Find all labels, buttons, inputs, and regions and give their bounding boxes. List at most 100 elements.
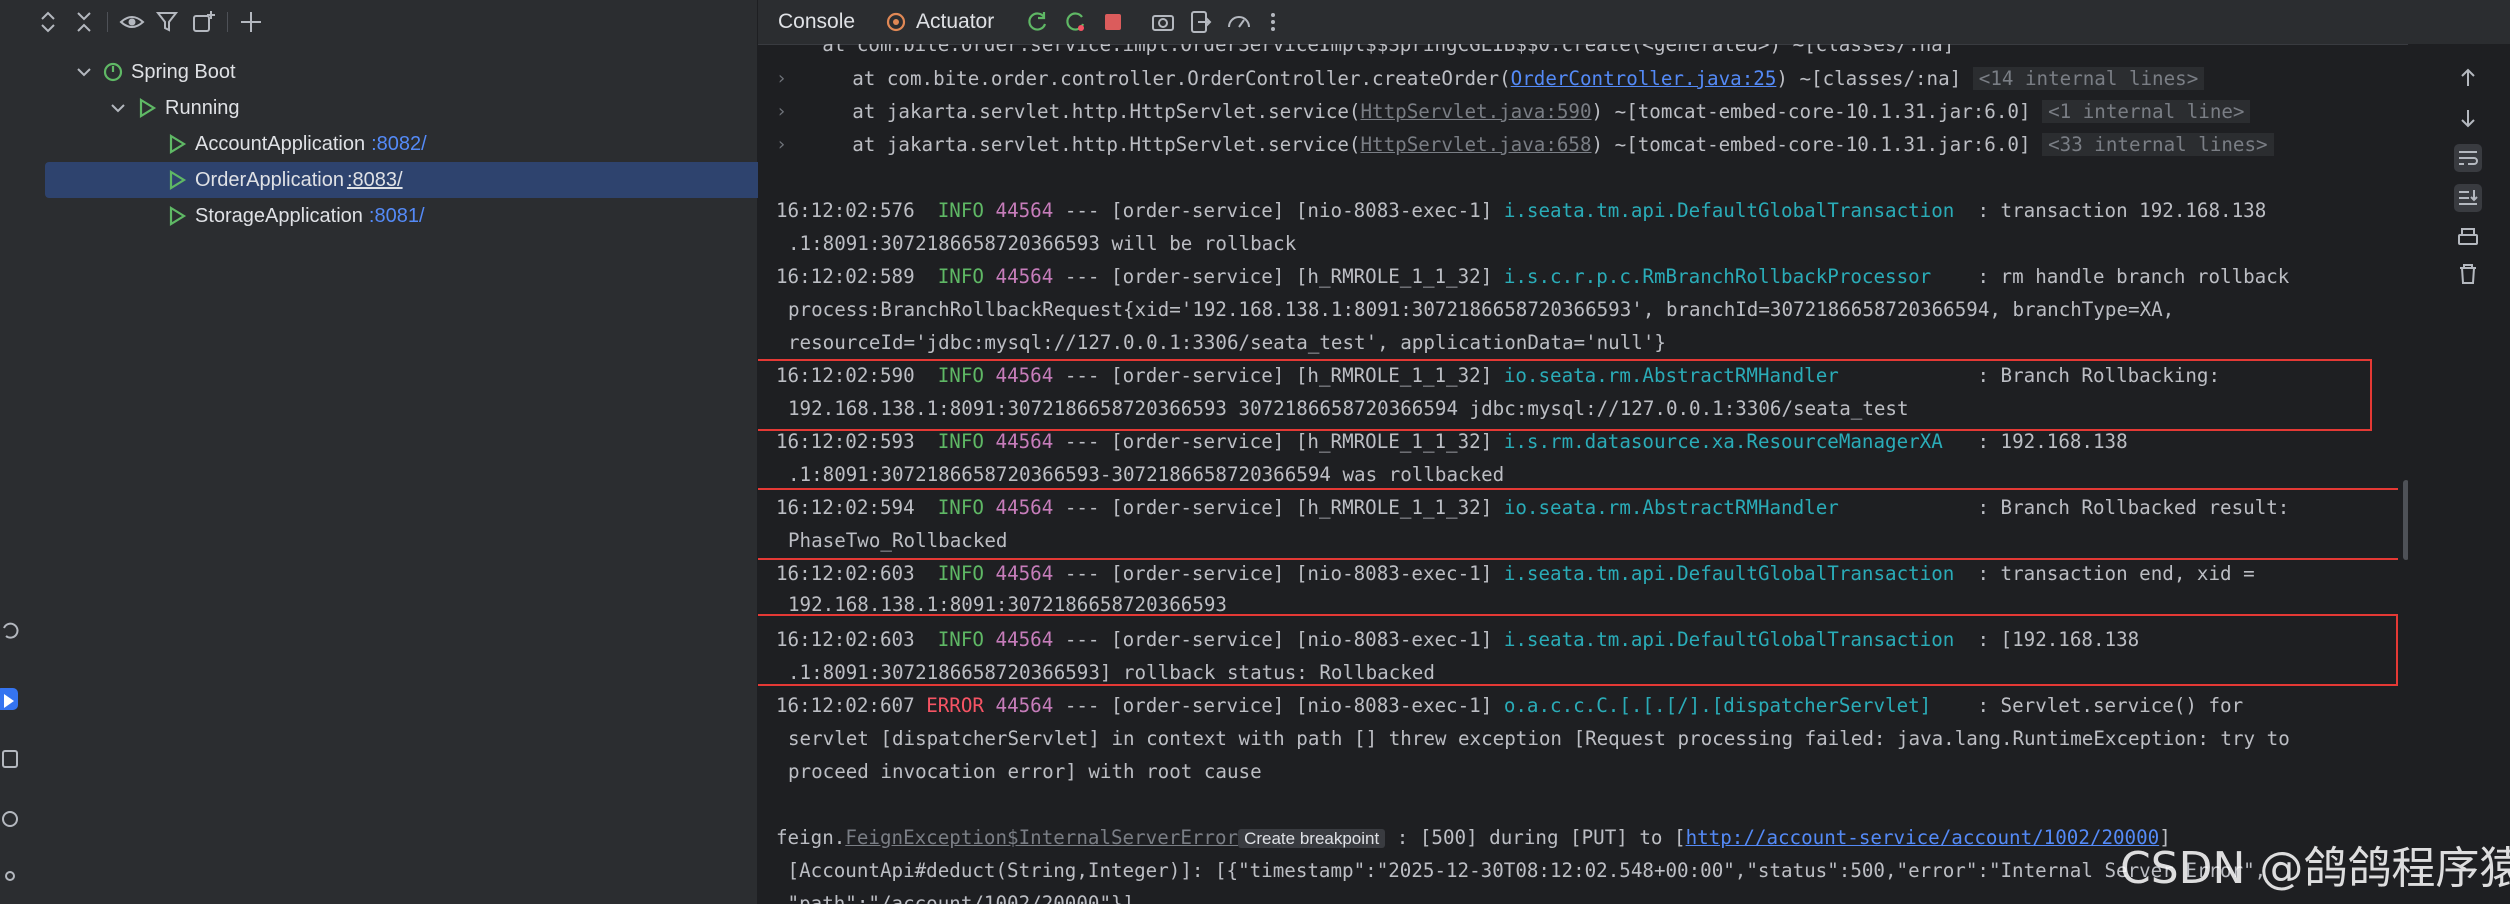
tab-console[interactable]: Console bbox=[778, 0, 855, 44]
folded-lines[interactable]: <33 internal lines> bbox=[2042, 133, 2274, 156]
stack-text: at jakarta.servlet.http.HttpServlet.serv… bbox=[806, 133, 1361, 156]
services-toolbar bbox=[27, 0, 757, 44]
stack-text: at com.bite.order.controller.OrderContro… bbox=[806, 67, 1511, 90]
log-continuation: .1:8091:3072186658720366593-307218665872… bbox=[788, 463, 1505, 486]
console-output[interactable]: at com.bite.order.service.impl.OrderServ… bbox=[758, 44, 2398, 904]
services-icon[interactable] bbox=[0, 688, 18, 710]
source-link[interactable]: HttpServlet.java:658 bbox=[1361, 133, 1592, 156]
collapse-all-icon[interactable] bbox=[71, 9, 97, 35]
log-message: : transaction 192.168.138 bbox=[1954, 199, 2267, 222]
log-level: INFO bbox=[937, 562, 984, 585]
chevron-down-icon[interactable] bbox=[73, 61, 95, 83]
chevron-right-icon[interactable]: › bbox=[776, 97, 792, 127]
log-logger: o.a.c.c.C.[.[.[/].[dispatcherServlet] bbox=[1503, 694, 1932, 717]
exception-line: [AccountApi#deduct(String,Integer)]: [{"… bbox=[776, 859, 2267, 882]
log-time: 16:12:02:607 bbox=[776, 694, 915, 717]
folded-lines[interactable]: <1 internal line> bbox=[2042, 100, 2251, 123]
camera-icon[interactable] bbox=[1150, 9, 1176, 35]
tree-label: Running bbox=[165, 96, 240, 119]
run-icon bbox=[139, 98, 157, 118]
run-icon bbox=[169, 134, 187, 154]
soft-wrap-icon[interactable] bbox=[2454, 144, 2482, 172]
toolbar-separator bbox=[107, 12, 108, 32]
print-icon[interactable] bbox=[2454, 224, 2482, 252]
app-name: AccountApplication bbox=[195, 132, 366, 155]
highlight-box bbox=[758, 359, 2372, 431]
log-thread: --- [order-service] [h_RMROLE_1_1_32] bbox=[1053, 430, 1504, 453]
add-service-icon[interactable] bbox=[239, 9, 265, 35]
exception-line: feign.FeignException$InternalServerError… bbox=[776, 823, 2171, 853]
tree-node-storage-application[interactable]: StorageApplication :8081/ bbox=[45, 198, 867, 234]
app-port-link[interactable]: :8081/ bbox=[369, 205, 425, 228]
restart-icon[interactable] bbox=[1062, 9, 1088, 35]
log-logger: i.seata.tm.api.DefaultGlobalTransaction bbox=[1503, 562, 1955, 585]
log-thread: --- [order-service] [nio-8083-exec-1] bbox=[1053, 199, 1504, 222]
highlight-box bbox=[758, 488, 2398, 560]
expand-all-icon[interactable] bbox=[35, 9, 61, 35]
new-group-icon[interactable] bbox=[191, 9, 217, 35]
clear-all-icon[interactable] bbox=[2454, 260, 2482, 288]
stack-line: › at jakarta.servlet.http.HttpServlet.se… bbox=[776, 97, 2251, 127]
filter-icon[interactable] bbox=[155, 9, 181, 35]
log-continuation: .1:8091:3072186658720366593 will be roll… bbox=[788, 232, 1297, 255]
eye-icon[interactable] bbox=[119, 9, 145, 35]
watermark: CSDN @鸽鸽程序猿 bbox=[2120, 843, 2510, 894]
chevron-right-icon[interactable]: › bbox=[776, 64, 792, 94]
tree-node-spring-boot[interactable]: Spring Boot bbox=[45, 54, 775, 90]
arrow-down-icon[interactable] bbox=[2454, 104, 2482, 132]
log-time: 16:12:02:589 bbox=[776, 265, 915, 288]
more-options-icon[interactable] bbox=[1260, 9, 1286, 35]
terminal-icon[interactable] bbox=[0, 748, 22, 770]
console-side-toolbar bbox=[2408, 44, 2510, 904]
log-level: INFO bbox=[937, 265, 984, 288]
exception-line: "path":"/account/1002/20000"}] bbox=[776, 892, 1135, 904]
stop-icon[interactable] bbox=[1100, 9, 1126, 35]
tab-actuator[interactable]: Actuator bbox=[884, 0, 994, 44]
arrow-up-icon[interactable] bbox=[2454, 64, 2482, 92]
actuator-icon bbox=[886, 12, 906, 32]
tab-label: Actuator bbox=[916, 10, 995, 33]
exit-icon[interactable] bbox=[1188, 9, 1214, 35]
tree-node-account-application[interactable]: AccountApplication :8082/ bbox=[45, 126, 867, 162]
app-name: OrderApplication bbox=[195, 168, 344, 191]
profiler-icon[interactable] bbox=[1226, 9, 1252, 35]
scroll-to-end-icon[interactable] bbox=[2454, 184, 2482, 212]
tree-node-order-application[interactable]: OrderApplication :8083/ bbox=[45, 162, 849, 198]
source-link[interactable]: HttpServlet.java:590 bbox=[1361, 100, 1592, 123]
exception-message: : [500] during [PUT] to [ bbox=[1385, 826, 1686, 849]
create-breakpoint-button[interactable]: Create breakpoint bbox=[1238, 829, 1386, 848]
log-continuation: resourceId='jdbc:mysql://127.0.0.1:3306/… bbox=[788, 331, 1666, 354]
log-line: 16:12:02:576 INFO 44564 --- [order-servi… bbox=[776, 196, 2266, 226]
log-continuation: 192.168.138.1:8091:3072186658720366593 bbox=[788, 593, 1227, 612]
log-level: INFO bbox=[937, 430, 984, 453]
log-pid: 44564 bbox=[995, 430, 1054, 453]
git-icon[interactable] bbox=[0, 868, 22, 890]
log-pid: 44564 bbox=[995, 562, 1054, 585]
log-time: 16:12:02:593 bbox=[776, 430, 915, 453]
log-logger: i.s.c.r.p.c.RmBranchRollbackProcessor bbox=[1503, 265, 1932, 288]
services-panel: Spring Boot Running AccountApplication :… bbox=[27, 0, 849, 904]
stack-suffix: ) ~[tomcat-embed-core-10.1.31.jar:6.0] bbox=[1591, 100, 2031, 123]
chevron-right-icon[interactable]: › bbox=[776, 130, 792, 160]
app-port-link[interactable]: :8082/ bbox=[371, 133, 427, 156]
log-message: : transaction end, xid = bbox=[1954, 562, 2255, 585]
log-thread: --- [order-service] [h_RMROLE_1_1_32] bbox=[1053, 265, 1504, 288]
folded-lines[interactable]: <14 internal lines> bbox=[1972, 67, 2205, 90]
stack-text: at jakarta.servlet.http.HttpServlet.serv… bbox=[806, 100, 1361, 123]
problems-icon[interactable] bbox=[0, 808, 22, 830]
stack-suffix: ) ~[tomcat-embed-core-10.1.31.jar:6.0] bbox=[1591, 133, 2031, 156]
console-panel: Console Actuator at com.bite.order.servi… bbox=[758, 0, 2510, 904]
stack-suffix: ) ~[classes/:na] bbox=[1776, 67, 1962, 90]
url-link[interactable]: http://account-service/account/1002/2000… bbox=[1686, 826, 2160, 849]
log-line: 16:12:02:603 INFO 44564 --- [order-servi… bbox=[776, 559, 2255, 589]
source-link[interactable]: OrderController.java:25 bbox=[1511, 67, 1777, 90]
log-thread: --- [order-service] [nio-8083-exec-1] bbox=[1053, 562, 1504, 585]
undo-icon[interactable] bbox=[0, 620, 22, 642]
tree-node-running[interactable]: Running bbox=[45, 90, 809, 126]
rerun-icon[interactable] bbox=[1024, 9, 1050, 35]
chevron-down-icon[interactable] bbox=[107, 97, 129, 119]
tab-label: Console bbox=[778, 10, 856, 33]
log-continuation: process:BranchRollbackRequest{xid='192.1… bbox=[788, 298, 2175, 321]
app-port-link[interactable]: :8083/ bbox=[347, 169, 403, 192]
exception-class-link[interactable]: FeignException$InternalServerError bbox=[845, 826, 1238, 849]
